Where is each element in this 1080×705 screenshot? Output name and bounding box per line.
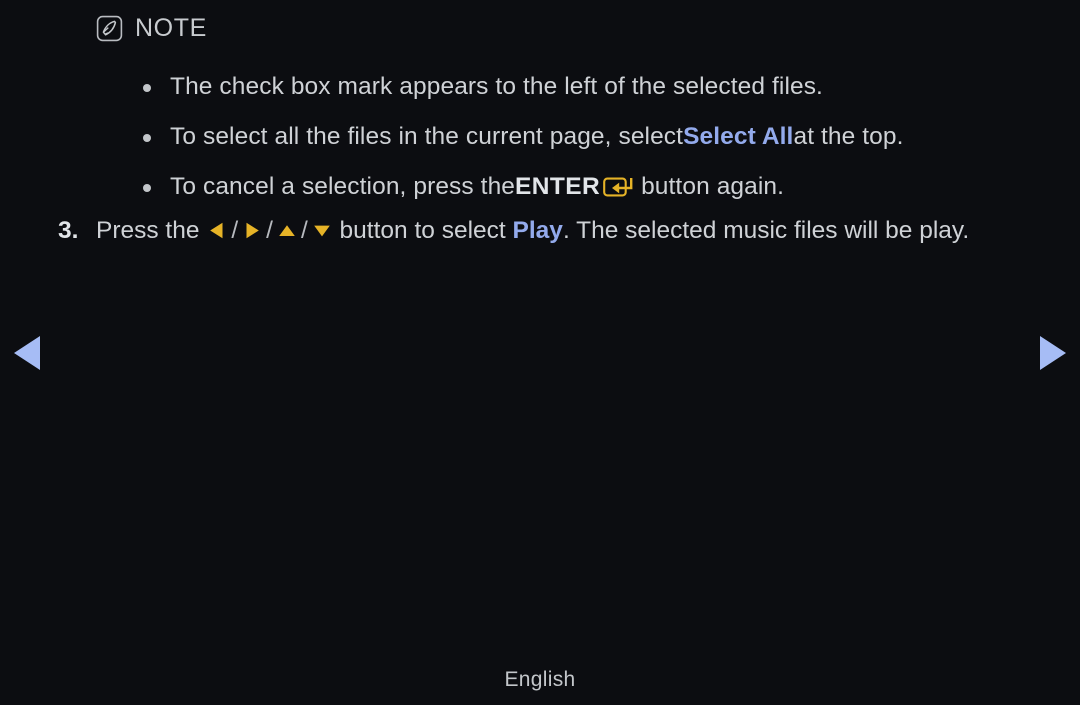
list-item: To cancel a selection, press the ENTER b… — [136, 162, 1036, 212]
bullet-text: The check box mark appears to the left o… — [170, 73, 823, 100]
bullet-text-tail: at the top. — [793, 123, 904, 150]
separator-slash: / — [231, 217, 239, 244]
bullet-text: To cancel a selection, press the — [170, 173, 516, 200]
step-text-tail: . The selected music files will be play. — [562, 217, 970, 244]
previous-page-arrow[interactable] — [12, 334, 46, 372]
bullet-text: To select all the files in the current p… — [170, 123, 684, 150]
note-label: NOTE — [135, 14, 207, 42]
separator-slash: / — [300, 217, 308, 244]
bullet-text-tail: button again. — [641, 173, 785, 200]
bullet-dot-icon — [143, 134, 151, 142]
note-header: NOTE — [96, 14, 207, 43]
instruction-step-3: 3. Press the / / / button to select Play… — [58, 212, 1038, 249]
list-item: The check box mark appears to the left o… — [136, 62, 1036, 112]
step-text: Press the / / / button to select Play. T… — [58, 212, 1038, 249]
separator-slash: / — [266, 217, 273, 244]
arrow-down-icon — [312, 214, 332, 237]
arrow-right-icon — [242, 214, 262, 239]
bullet-dot-icon — [143, 84, 151, 92]
note-pencil-icon — [96, 15, 123, 42]
step-text-lead: Press the — [96, 217, 207, 244]
step-number: 3. — [58, 217, 79, 244]
enter-keyword: ENTER — [515, 173, 601, 200]
footer-language-label: English — [504, 668, 576, 691]
arrow-left-icon — [207, 214, 227, 239]
note-bullet-list: The check box mark appears to the left o… — [136, 62, 1036, 212]
select-all-keyword: Select All — [683, 123, 794, 150]
list-item: To select all the files in the current p… — [136, 112, 1036, 162]
play-keyword: Play — [512, 217, 563, 244]
step-text-mid: button to select — [332, 217, 513, 244]
arrow-up-icon — [277, 214, 297, 236]
enter-key-icon — [603, 175, 635, 199]
bullet-dot-icon — [143, 184, 151, 192]
next-page-arrow[interactable] — [1034, 334, 1068, 372]
